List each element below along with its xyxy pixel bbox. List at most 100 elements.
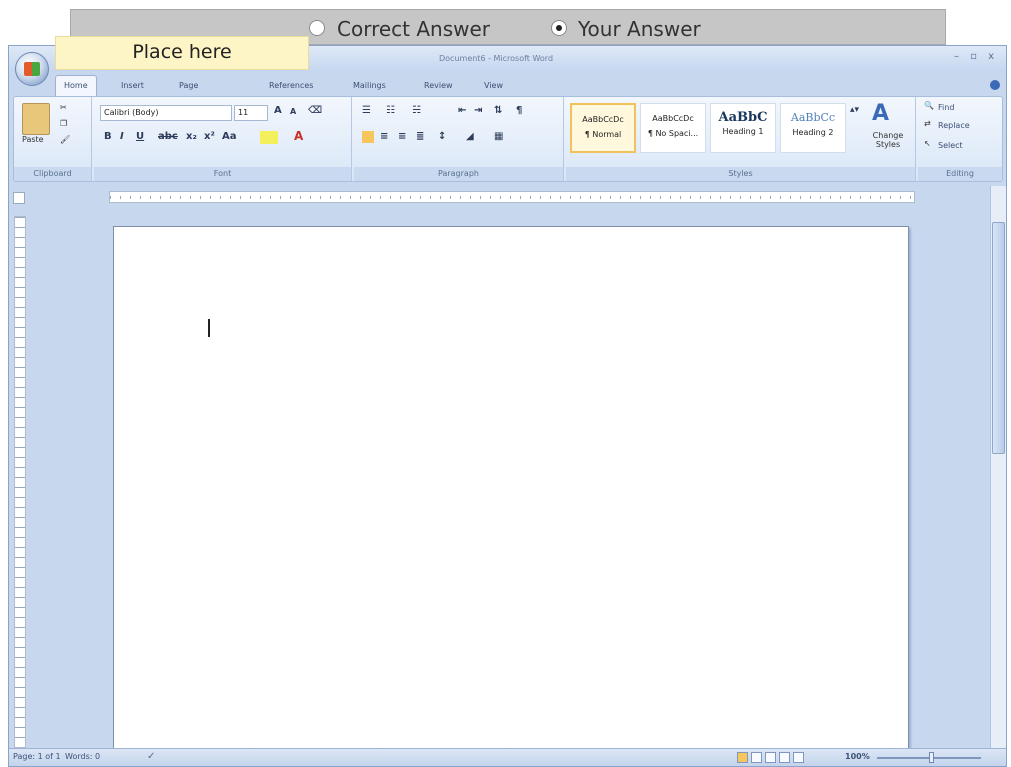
find-icon[interactable]: 🔍	[924, 101, 934, 110]
copy-icon[interactable]: ❐	[60, 119, 67, 128]
full-screen-icon[interactable]	[751, 752, 762, 763]
select-button[interactable]: Select	[938, 141, 963, 150]
styles-label: Styles	[566, 167, 915, 181]
numbering-icon[interactable]: ☷	[386, 105, 395, 116]
cut-icon[interactable]: ✂	[60, 103, 67, 112]
style-no-spacing[interactable]: AaBbCcDc ¶ No Spaci...	[640, 103, 706, 153]
style-preview: AaBbC	[718, 110, 768, 125]
styles-scroll-icon[interactable]: ▴▾	[850, 105, 859, 115]
align-center-icon[interactable]: ≡	[380, 131, 388, 142]
office-button[interactable]	[15, 52, 49, 86]
draft-icon[interactable]	[793, 752, 804, 763]
window-title: Document6 - Microsoft Word	[439, 54, 554, 63]
tab-insert[interactable]: Insert	[121, 76, 144, 96]
subscript-icon[interactable]: x₂	[186, 131, 197, 142]
clipboard-label: Clipboard	[14, 167, 91, 181]
change-styles-label[interactable]: Change Styles	[866, 131, 910, 149]
change-case-icon[interactable]: Aa	[222, 131, 237, 142]
decrease-indent-icon[interactable]: ⇤	[458, 105, 466, 116]
word-window: Document6 - Microsoft Word – ▫ x Place h…	[8, 36, 1007, 767]
style-name: ¶ Normal	[584, 130, 622, 139]
show-marks-icon[interactable]: ¶	[516, 105, 522, 116]
font-size-box[interactable]: 11	[234, 105, 268, 121]
shading-icon[interactable]: ◢	[466, 131, 474, 142]
align-left-icon[interactable]	[362, 131, 374, 143]
underline-button[interactable]: U	[136, 131, 144, 142]
grow-font-icon[interactable]: A	[274, 105, 282, 116]
bullets-icon[interactable]: ☰	[362, 105, 371, 116]
window-controls[interactable]: – ▫ x	[954, 51, 998, 62]
superscript-icon[interactable]: x²	[204, 131, 215, 142]
style-name: ¶ No Spaci...	[647, 129, 699, 138]
tab-mailings[interactable]: Mailings	[353, 76, 386, 96]
ruler-toggle-button[interactable]	[13, 192, 25, 204]
document-page[interactable]	[113, 226, 909, 749]
shrink-font-icon[interactable]: A	[290, 107, 296, 116]
help-icon[interactable]	[990, 80, 1000, 90]
line-spacing-icon[interactable]: ↕	[438, 131, 446, 142]
place-here-dropzone[interactable]: Place here	[55, 36, 309, 70]
align-right-icon[interactable]: ≡	[398, 131, 406, 142]
view-buttons	[737, 752, 807, 763]
page-count[interactable]: Page: 1 of 1	[13, 752, 61, 761]
highlight-icon[interactable]	[260, 131, 278, 144]
outline-icon[interactable]	[779, 752, 790, 763]
increase-indent-icon[interactable]: ⇥	[474, 105, 482, 116]
correct-answer-radio[interactable]	[309, 20, 325, 36]
style-name: Heading 2	[792, 128, 834, 137]
italic-button[interactable]: I	[120, 131, 124, 142]
style-preview: AaBbCc	[790, 111, 836, 124]
multilevel-list-icon[interactable]: ☵	[412, 105, 421, 116]
paragraph-group: ☰ ☷ ☵ ⇤ ⇥ ⇅ ¶ ≡ ≡ ≣ ↕ ◢ ▦ Paragraph	[354, 97, 564, 181]
replace-button[interactable]: Replace	[938, 121, 970, 130]
zoom-slider-handle[interactable]	[929, 752, 934, 763]
borders-icon[interactable]: ▦	[494, 131, 503, 142]
proofing-icon[interactable]: ✓	[147, 751, 155, 762]
font-label: Font	[94, 167, 351, 181]
zoom-level[interactable]: 100%	[845, 752, 870, 761]
status-bar: Page: 1 of 1 Words: 0 ✓ 100%	[9, 748, 1006, 766]
style-name: Heading 1	[722, 127, 764, 136]
paste-label[interactable]: Paste	[22, 135, 44, 144]
correct-answer-label[interactable]: Correct Answer	[337, 17, 490, 41]
style-heading-2[interactable]: AaBbCc Heading 2	[780, 103, 846, 153]
vertical-ruler	[14, 216, 26, 748]
style-preview: AaBbCcDc	[652, 114, 694, 123]
clipboard-group: Paste ✂ ❐ 🖌 Clipboard	[14, 97, 92, 181]
tab-view[interactable]: View	[484, 76, 503, 96]
word-count[interactable]: Words: 0	[65, 752, 100, 761]
tab-references[interactable]: References	[269, 76, 313, 96]
your-answer-label[interactable]: Your Answer	[578, 17, 701, 41]
text-cursor	[208, 319, 210, 337]
replace-icon[interactable]: ⇄	[924, 119, 931, 128]
font-name-box[interactable]: Calibri (Body)	[100, 105, 232, 121]
vertical-scrollbar[interactable]	[990, 186, 1006, 749]
scrollbar-thumb[interactable]	[992, 222, 1005, 454]
tab-page-layout[interactable]: Page Layout	[179, 76, 206, 110]
font-color-icon[interactable]: A	[294, 129, 303, 143]
bold-button[interactable]: B	[104, 131, 112, 142]
editing-label: Editing	[918, 167, 1002, 181]
web-layout-icon[interactable]	[765, 752, 776, 763]
change-styles-icon[interactable]: A	[872, 101, 889, 126]
tab-review[interactable]: Review	[424, 76, 453, 96]
font-group: Calibri (Body) 11 A A ⌫ B I U abc x₂ x² …	[94, 97, 352, 181]
format-painter-icon[interactable]: 🖌	[60, 135, 70, 144]
horizontal-ruler[interactable]	[109, 191, 915, 203]
print-layout-icon[interactable]	[737, 752, 748, 763]
styles-group: AaBbCcDc ¶ Normal AaBbCcDc ¶ No Spaci...…	[566, 97, 916, 181]
your-answer-radio[interactable]	[551, 20, 567, 36]
editing-group: 🔍 Find ⇄ Replace ↖ Select Editing	[918, 97, 1002, 181]
style-preview: AaBbCcDc	[582, 115, 624, 124]
ribbon: Paste ✂ ❐ 🖌 Clipboard Calibri (Body) 11 …	[13, 96, 1003, 182]
sort-icon[interactable]: ⇅	[494, 105, 502, 116]
select-icon[interactable]: ↖	[924, 139, 931, 148]
clear-format-icon[interactable]: ⌫	[308, 105, 322, 116]
find-button[interactable]: Find	[938, 103, 954, 112]
paste-icon[interactable]	[22, 103, 50, 135]
style-normal[interactable]: AaBbCcDc ¶ Normal	[570, 103, 636, 153]
tab-home[interactable]: Home	[55, 75, 97, 96]
strikethrough-icon[interactable]: abc	[158, 131, 178, 142]
justify-icon[interactable]: ≣	[416, 131, 424, 142]
style-heading-1[interactable]: AaBbC Heading 1	[710, 103, 776, 153]
